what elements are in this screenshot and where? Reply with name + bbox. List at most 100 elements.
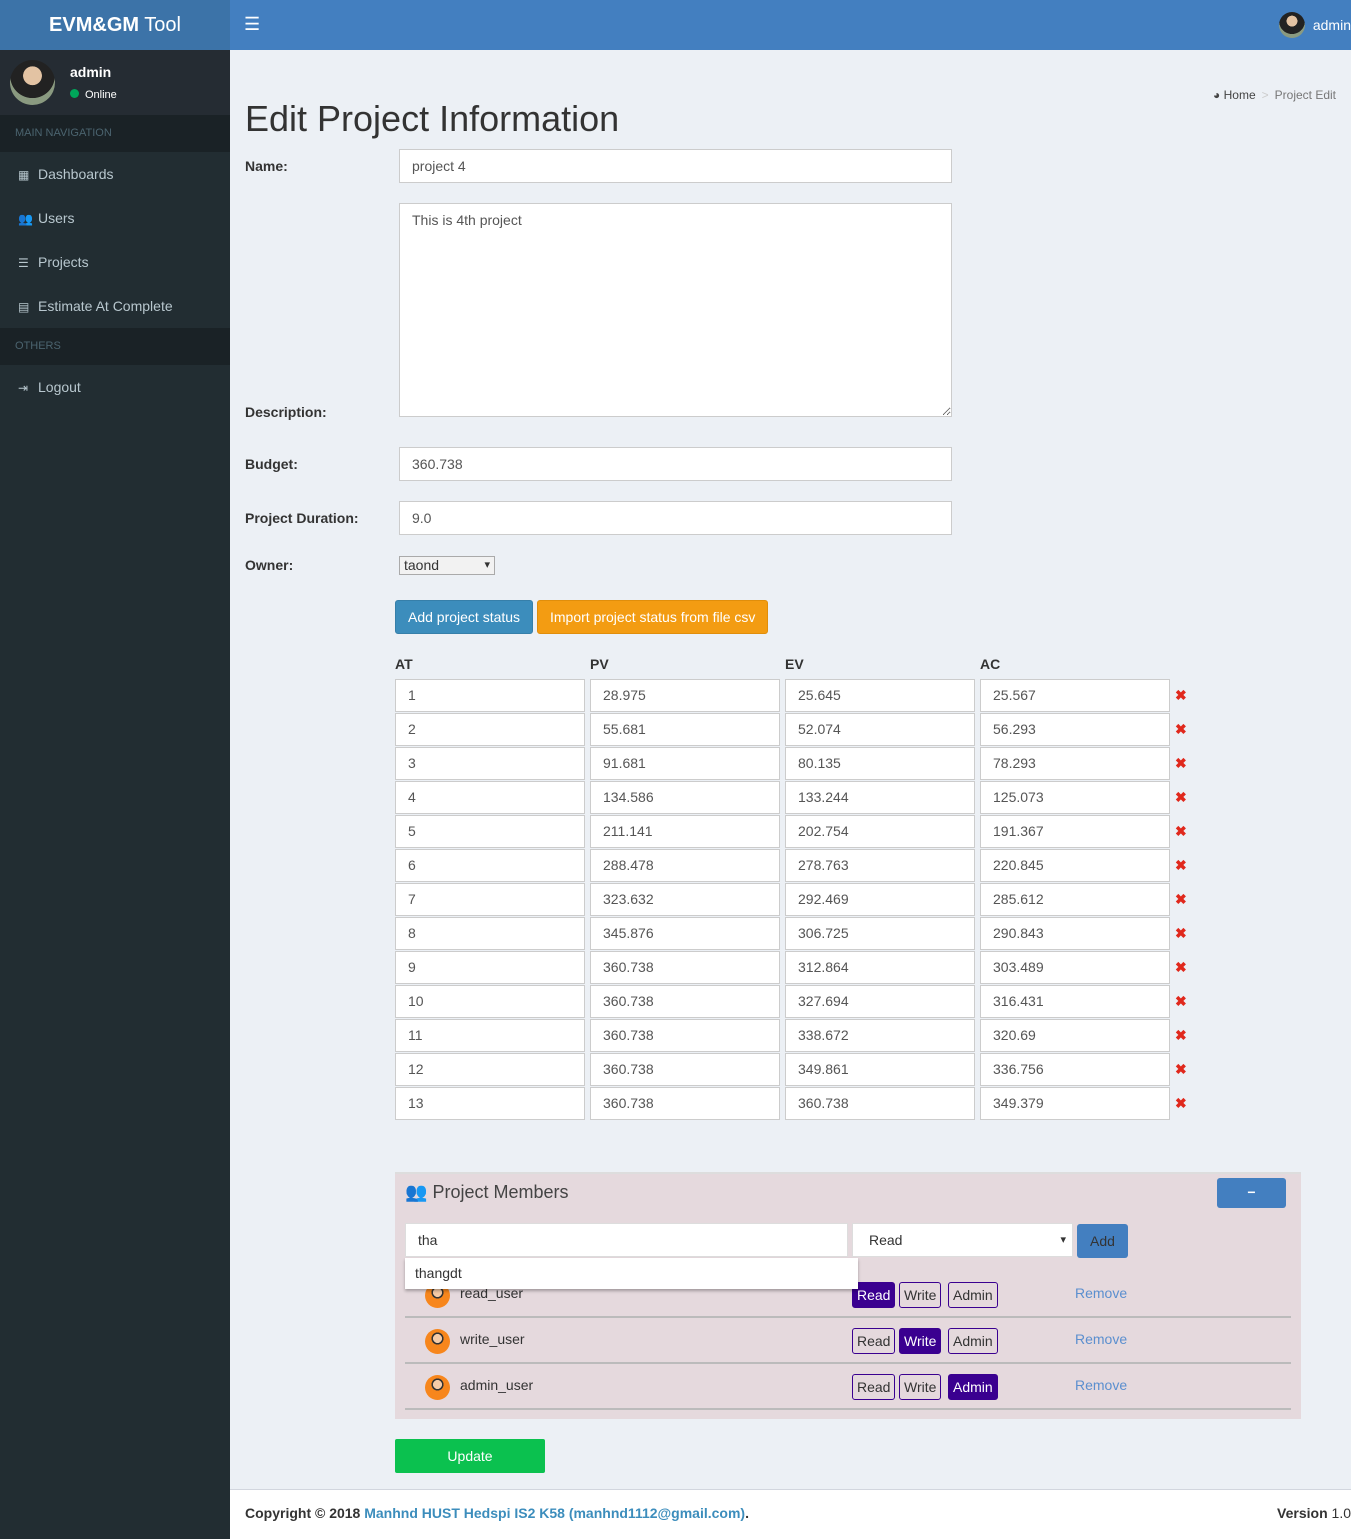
autocomplete-suggestion[interactable]: thangdt [405, 1258, 858, 1289]
status-cell-pv[interactable]: 288.478 [590, 849, 780, 882]
sidebar-item-estimate[interactable]: ▤ Estimate At Complete [0, 284, 230, 328]
status-cell-ac[interactable]: 349.379 [980, 1087, 1170, 1120]
status-cell-ac[interactable]: 220.845 [980, 849, 1170, 882]
member-search-input[interactable]: tha [405, 1223, 848, 1257]
status-cell-ac[interactable]: 191.367 [980, 815, 1170, 848]
role-admin-button[interactable]: Admin [948, 1282, 998, 1308]
status-cell-pv[interactable]: 28.975 [590, 679, 780, 712]
status-cell-ev[interactable]: 80.135 [785, 747, 975, 780]
status-cell-ac[interactable]: 78.293 [980, 747, 1170, 780]
status-cell-at[interactable]: 11 [395, 1019, 585, 1052]
role-read-button[interactable]: Read [852, 1374, 896, 1400]
status-cell-pv[interactable]: 323.632 [590, 883, 780, 916]
delete-row-icon[interactable]: ✖ [1175, 1087, 1187, 1120]
status-cell-ac[interactable]: 25.567 [980, 679, 1170, 712]
delete-row-icon[interactable]: ✖ [1175, 781, 1187, 814]
delete-row-icon[interactable]: ✖ [1175, 1019, 1187, 1052]
delete-row-icon[interactable]: ✖ [1175, 951, 1187, 984]
status-cell-at[interactable]: 12 [395, 1053, 585, 1086]
status-cell-ev[interactable]: 133.244 [785, 781, 975, 814]
collapse-button[interactable]: − [1217, 1178, 1286, 1208]
status-cell-pv[interactable]: 360.738 [590, 1019, 780, 1052]
role-select[interactable]: Read [852, 1223, 1073, 1257]
update-button[interactable]: Update [395, 1439, 545, 1473]
delete-row-icon[interactable]: ✖ [1175, 985, 1187, 1018]
duration-input[interactable]: 9.0 [399, 501, 952, 535]
breadcrumb-home[interactable]: Home [1224, 88, 1256, 102]
status-cell-at[interactable]: 6 [395, 849, 585, 882]
status-cell-at[interactable]: 2 [395, 713, 585, 746]
status-cell-ev[interactable]: 327.694 [785, 985, 975, 1018]
role-admin-button[interactable]: Admin [948, 1328, 998, 1354]
remove-member-link[interactable]: Remove [1075, 1377, 1127, 1393]
name-input[interactable]: project 4 [399, 149, 952, 183]
budget-input[interactable]: 360.738 [399, 447, 952, 481]
delete-row-icon[interactable]: ✖ [1175, 883, 1187, 916]
status-cell-ac[interactable]: 125.073 [980, 781, 1170, 814]
status-cell-ev[interactable]: 278.763 [785, 849, 975, 882]
sidebar-item-projects[interactable]: ☰ Projects [0, 240, 230, 284]
status-cell-at[interactable]: 8 [395, 917, 585, 950]
user-menu[interactable]: admin [1278, 12, 1351, 38]
status-cell-at[interactable]: 13 [395, 1087, 585, 1120]
delete-row-icon[interactable]: ✖ [1175, 917, 1187, 950]
status-cell-ev[interactable]: 349.861 [785, 1053, 975, 1086]
status-cell-ev[interactable]: 312.864 [785, 951, 975, 984]
add-project-status-button[interactable]: Add project status [395, 600, 534, 634]
status-cell-ac[interactable]: 56.293 [980, 713, 1170, 746]
sidebar-item-users[interactable]: 👥 Users [0, 196, 230, 240]
status-cell-pv[interactable]: 360.738 [590, 985, 780, 1018]
description-textarea[interactable]: This is 4th project [399, 203, 952, 417]
status-cell-at[interactable]: 4 [395, 781, 585, 814]
role-admin-button[interactable]: Admin [948, 1374, 998, 1400]
role-write-button[interactable]: Write [899, 1328, 942, 1354]
status-cell-ac[interactable]: 320.69 [980, 1019, 1170, 1052]
status-cell-ev[interactable]: 338.672 [785, 1019, 975, 1052]
status-cell-ac[interactable]: 290.843 [980, 917, 1170, 950]
status-cell-pv[interactable]: 360.738 [590, 951, 780, 984]
status-cell-pv[interactable]: 211.141 [590, 815, 780, 848]
status-cell-at[interactable]: 5 [395, 815, 585, 848]
remove-member-link[interactable]: Remove [1075, 1331, 1127, 1347]
delete-row-icon[interactable]: ✖ [1175, 747, 1187, 780]
status-cell-pv[interactable]: 134.586 [590, 781, 780, 814]
role-read-button[interactable]: Read [852, 1282, 896, 1308]
status-cell-pv[interactable]: 345.876 [590, 917, 780, 950]
role-read-button[interactable]: Read [852, 1328, 896, 1354]
status-cell-pv[interactable]: 55.681 [590, 713, 780, 746]
status-cell-at[interactable]: 9 [395, 951, 585, 984]
status-cell-ac[interactable]: 336.756 [980, 1053, 1170, 1086]
owner-select[interactable]: taond [399, 556, 495, 575]
delete-row-icon[interactable]: ✖ [1175, 679, 1187, 712]
status-cell-ev[interactable]: 306.725 [785, 917, 975, 950]
status-cell-at[interactable]: 7 [395, 883, 585, 916]
status-cell-ac[interactable]: 316.431 [980, 985, 1170, 1018]
status-cell-ev[interactable]: 202.754 [785, 815, 975, 848]
status-cell-ac[interactable]: 303.489 [980, 951, 1170, 984]
status-cell-at[interactable]: 10 [395, 985, 585, 1018]
delete-row-icon[interactable]: ✖ [1175, 1053, 1187, 1086]
status-cell-at[interactable]: 1 [395, 679, 585, 712]
status-cell-ev[interactable]: 292.469 [785, 883, 975, 916]
menu-toggle-icon[interactable]: ☰ [244, 14, 260, 35]
import-csv-button[interactable]: Import project status from file csv [537, 600, 769, 634]
author-link[interactable]: Manhnd HUST Hedspi IS2 K58 (manhnd1112@g… [364, 1505, 745, 1521]
delete-row-icon[interactable]: ✖ [1175, 713, 1187, 746]
status-cell-pv[interactable]: 360.738 [590, 1087, 780, 1120]
add-member-button[interactable]: Add [1077, 1224, 1128, 1258]
status-cell-ev[interactable]: 25.645 [785, 679, 975, 712]
delete-row-icon[interactable]: ✖ [1175, 849, 1187, 882]
delete-row-icon[interactable]: ✖ [1175, 815, 1187, 848]
app-logo[interactable]: EVM&GM Tool [0, 0, 230, 50]
role-write-button[interactable]: Write [899, 1282, 942, 1308]
remove-member-link[interactable]: Remove [1075, 1285, 1127, 1301]
status-cell-at[interactable]: 3 [395, 747, 585, 780]
role-write-button[interactable]: Write [899, 1374, 942, 1400]
status-cell-ac[interactable]: 285.612 [980, 883, 1170, 916]
status-cell-ev[interactable]: 360.738 [785, 1087, 975, 1120]
sidebar-item-dashboards[interactable]: ▦ Dashboards [0, 152, 230, 196]
status-cell-pv[interactable]: 91.681 [590, 747, 780, 780]
status-cell-ev[interactable]: 52.074 [785, 713, 975, 746]
status-cell-pv[interactable]: 360.738 [590, 1053, 780, 1086]
sidebar-item-logout[interactable]: ⇥ Logout [0, 365, 230, 409]
